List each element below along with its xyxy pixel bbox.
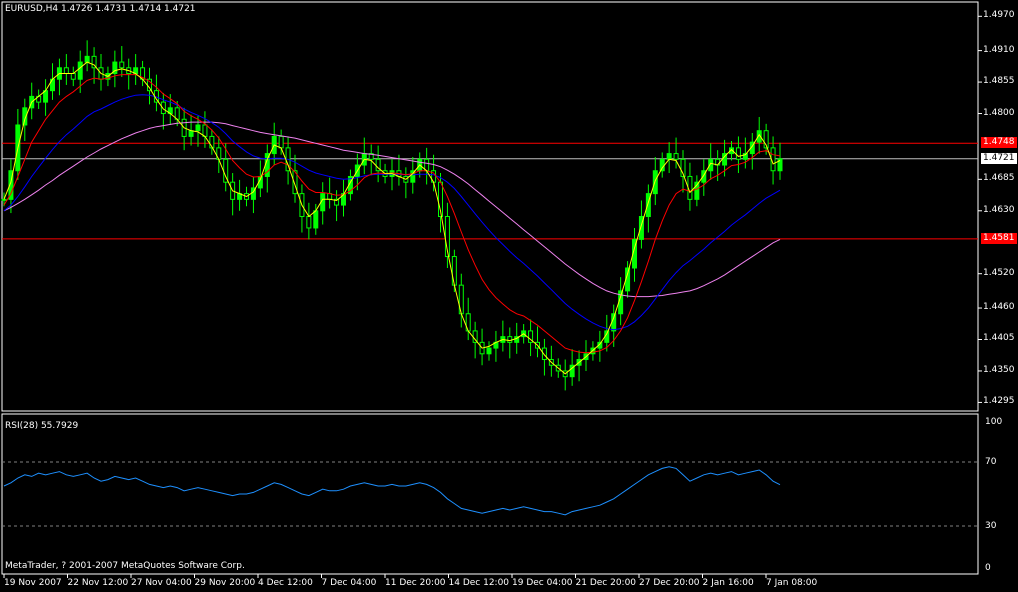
hline-price-label: 1.4748 — [981, 137, 1017, 149]
y-tick-label: 1.4685 — [983, 173, 1015, 184]
x-tick-label: 19 Nov 2007 — [4, 578, 62, 588]
x-tick-label: 11 Dec 20:00 — [385, 578, 446, 588]
candle-body — [63, 67, 69, 75]
bid-price-label: 1.4721 — [981, 152, 1017, 164]
x-tick-label: 7 Dec 04:00 — [321, 578, 377, 588]
axis-ticks — [3, 15, 982, 578]
x-tick-label: 22 Nov 12:00 — [67, 578, 129, 588]
candle-body — [1, 198, 7, 201]
y-tick-label: 1.4405 — [983, 333, 1015, 344]
candle-body — [195, 124, 201, 132]
candle-body — [84, 55, 90, 63]
candle-body — [507, 336, 513, 343]
candle-body — [77, 61, 83, 80]
candle-body — [659, 158, 665, 172]
candle-body — [278, 135, 284, 149]
rsi-tick-label: 0 — [985, 563, 991, 573]
candle-body — [486, 347, 492, 355]
candle-body — [119, 61, 125, 69]
y-tick-label: 1.4295 — [983, 396, 1015, 407]
candle-body — [188, 130, 194, 137]
rsi-indicator — [2, 461, 978, 527]
candle-body — [202, 124, 208, 137]
x-tick-label: 21 Dec 20:00 — [575, 578, 637, 588]
moving-averages — [3, 61, 781, 375]
rsi-line — [3, 466, 781, 516]
y-tick-label: 1.4800 — [983, 107, 1015, 118]
horizontal-lines[interactable] — [2, 142, 978, 240]
rsi-pane-frame — [1, 413, 979, 575]
rsi-tick-label: 70 — [985, 457, 997, 467]
rsi-tick-label: 100 — [985, 417, 1003, 427]
candle-body — [313, 210, 319, 229]
ma-violet-line — [3, 121, 781, 298]
chart-canvas — [1, 1, 982, 578]
x-tick-label: 27 Nov 04:00 — [131, 578, 192, 588]
candle-body — [735, 147, 741, 160]
x-tick-label: 4 Dec 12:00 — [258, 578, 313, 588]
candle-body — [673, 153, 679, 160]
x-tick-label: 7 Jan 08:00 — [766, 578, 818, 588]
ma-red-line — [3, 74, 781, 354]
x-tick-label: 2 Jan 16:00 — [702, 578, 754, 588]
y-tick-label: 1.4630 — [983, 204, 1015, 215]
hline-price-label: 1.4581 — [981, 232, 1017, 244]
candle-body — [666, 153, 672, 160]
y-tick-label: 1.4855 — [983, 76, 1015, 87]
x-tick-label: 14 Dec 12:00 — [448, 578, 510, 588]
candle-body — [451, 256, 457, 286]
x-tick-label: 27 Dec 20:00 — [639, 578, 700, 588]
x-tick-label: 19 Dec 04:00 — [512, 578, 573, 588]
y-tick-label: 1.4910 — [983, 44, 1015, 55]
candle-body — [70, 73, 76, 80]
y-tick-label: 1.4350 — [983, 364, 1015, 375]
copyright-text: MetaTrader, ? 2001-2007 MetaQuotes Softw… — [5, 561, 245, 571]
ma-blue-line — [3, 94, 781, 331]
rsi-tick-label: 30 — [985, 521, 997, 531]
rsi-title: RSI(28) 55.7929 — [5, 421, 79, 431]
y-tick-label: 1.4460 — [983, 302, 1015, 313]
y-tick-label: 1.4520 — [983, 267, 1015, 278]
x-tick-label: 29 Nov 20:00 — [194, 578, 256, 588]
candle-body — [306, 216, 312, 229]
y-tick-label: 1.4970 — [983, 10, 1015, 21]
candle-body — [327, 193, 333, 200]
chart-title: EURUSD,H4 1.4726 1.4731 1.4714 1.4721 — [5, 4, 196, 14]
